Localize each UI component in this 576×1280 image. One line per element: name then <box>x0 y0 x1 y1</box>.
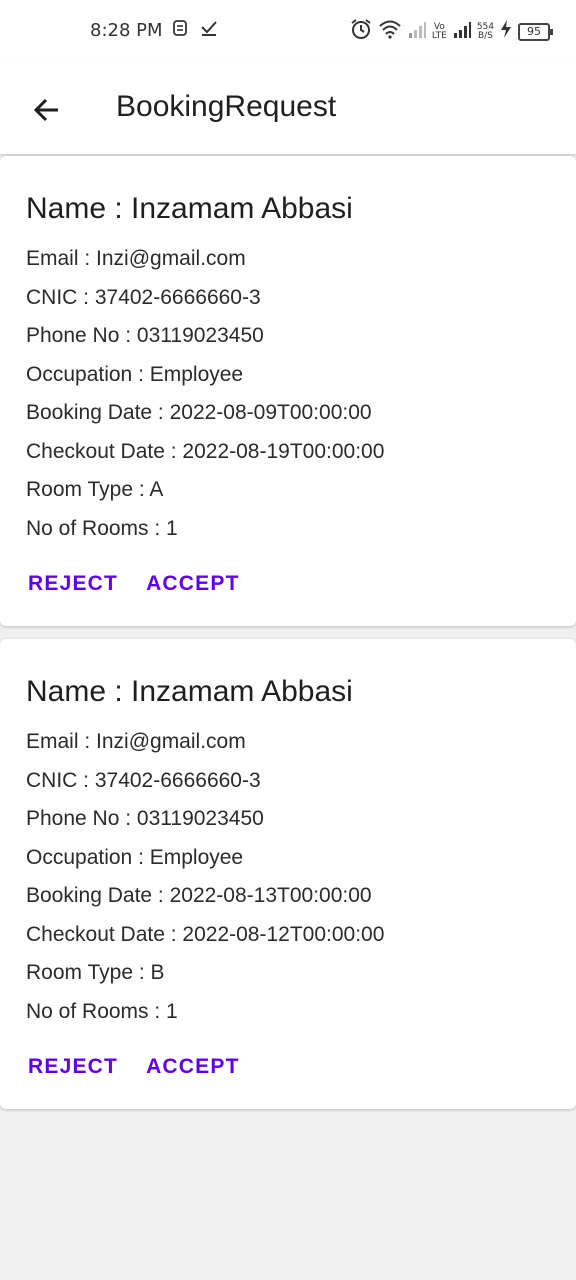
guest-phone: Phone No : 03119023450 <box>26 807 264 830</box>
room-count: No of Rooms : 1 <box>26 999 178 1023</box>
check-icon <box>200 20 218 41</box>
charging-icon <box>500 20 512 43</box>
booking-date: Booking Date : 2022-08-13T00:00:00 <box>26 884 372 907</box>
guest-name: Name : Inzamam Abbasi <box>26 192 353 225</box>
booking-request-card: Name : Inzamam Abbasi Email : Inzi@gmail… <box>0 156 576 626</box>
guest-occupation: Occupation : Employee <box>26 362 244 386</box>
reject-button[interactable]: REJECT <box>28 1055 118 1079</box>
guest-email: Email : Inzi@gmail.com <box>26 730 246 753</box>
booking-details: Email : Inzi@gmail.com CNIC : 37402-6666… <box>26 723 384 1031</box>
reject-button[interactable]: REJECT <box>28 572 118 596</box>
alarm-icon <box>350 18 372 45</box>
status-time: 8:28 PM <box>90 20 163 41</box>
network-speed-unit: B/S <box>477 30 493 41</box>
back-button[interactable] <box>26 90 66 130</box>
room-count: No of Rooms : 1 <box>26 516 178 540</box>
guest-cnic: CNIC : 37402-6666660-3 <box>26 285 261 309</box>
wifi-icon <box>378 19 402 44</box>
card-actions: REJECT ACCEPT <box>28 1055 240 1079</box>
booking-date: Booking Date : 2022-08-09T00:00:00 <box>26 401 372 424</box>
network-speed: 554 B/S <box>477 22 494 41</box>
status-bar: 8:28 PM Vo LTE 554 B/S 95 <box>0 0 576 62</box>
accept-button[interactable]: ACCEPT <box>146 572 240 596</box>
app-bar: BookingRequest <box>0 62 576 154</box>
battery-indicator: 95 <box>518 22 553 41</box>
card-actions: REJECT ACCEPT <box>28 572 240 596</box>
booking-request-card: Name : Inzamam Abbasi Email : Inzi@gmail… <box>0 639 576 1109</box>
notification-icon <box>172 20 188 41</box>
guest-cnic: CNIC : 37402-6666660-3 <box>26 768 261 792</box>
checkout-date: Checkout Date : 2022-08-12T00:00:00 <box>26 922 385 946</box>
volte-indicator: Vo LTE <box>431 22 447 41</box>
status-right-icons: Vo LTE 554 B/S 95 <box>350 18 553 45</box>
status-left-icons <box>172 20 218 41</box>
room-type: Room Type : B <box>26 961 165 984</box>
guest-name: Name : Inzamam Abbasi <box>26 675 353 708</box>
room-type: Room Type : A <box>26 478 164 501</box>
page-title: BookingRequest <box>116 90 337 123</box>
signal-weak-icon <box>408 20 426 43</box>
booking-details: Email : Inzi@gmail.com CNIC : 37402-6666… <box>26 240 384 548</box>
volte-bottom: LTE <box>431 30 447 41</box>
signal-strong-icon <box>453 20 471 43</box>
guest-email: Email : Inzi@gmail.com <box>26 247 246 270</box>
guest-phone: Phone No : 03119023450 <box>26 324 264 347</box>
arrow-back-icon <box>33 98 58 122</box>
guest-occupation: Occupation : Employee <box>26 845 244 869</box>
checkout-date: Checkout Date : 2022-08-19T00:00:00 <box>26 439 385 463</box>
accept-button[interactable]: ACCEPT <box>146 1055 240 1079</box>
